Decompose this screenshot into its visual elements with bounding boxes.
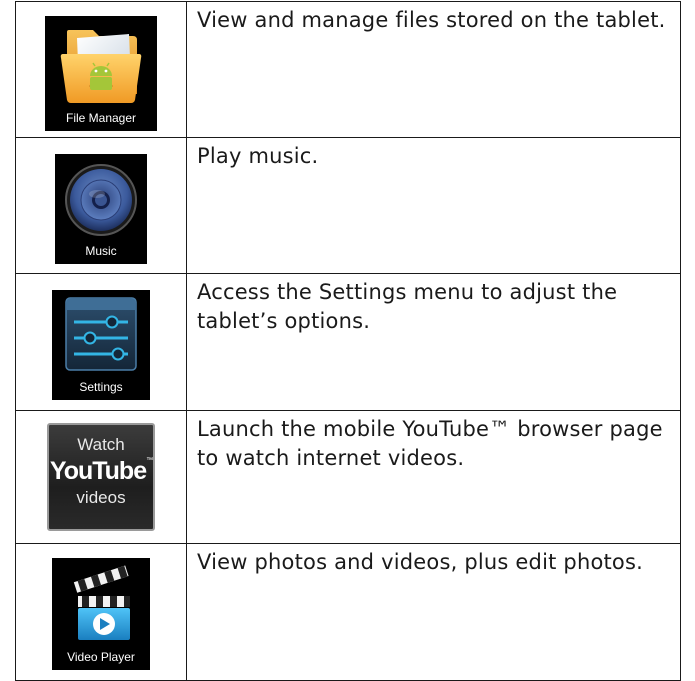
- icon-cell: Watch YouTube™ videos: [15, 410, 187, 544]
- table-row: Music Play music.: [15, 137, 681, 274]
- description-cell: Play music.: [186, 137, 681, 274]
- settings-label: Settings: [79, 380, 123, 394]
- description-cell: View and manage files stored on the tabl…: [186, 1, 681, 138]
- youtube-logo-icon: YouTube™: [49, 457, 153, 486]
- file-manager-label: File Manager: [65, 111, 137, 125]
- youtube-tm-mark: ™: [146, 457, 153, 464]
- music-app-tile[interactable]: Music: [55, 154, 147, 264]
- table-row: Settings Access the Settings menu to adj…: [15, 273, 681, 411]
- app-table: File Manager View and manage files store…: [15, 1, 681, 681]
- description-cell: Access the Settings menu to adjust the t…: [186, 273, 681, 411]
- icon-cell: Music: [15, 137, 187, 274]
- youtube-app-tile[interactable]: Watch YouTube™ videos: [47, 423, 155, 531]
- description-cell: Launch the mobile YouTube™ browser page …: [186, 410, 681, 544]
- icon-cell: File Manager: [15, 1, 187, 138]
- youtube-logo-text: YouTube: [49, 457, 147, 485]
- settings-app-tile[interactable]: Settings: [52, 290, 150, 400]
- video-player-app-tile[interactable]: Video Player: [52, 558, 150, 670]
- icon-cell: Video Player: [15, 543, 187, 681]
- music-label: Music: [85, 244, 117, 258]
- file-manager-app-tile[interactable]: File Manager: [45, 16, 157, 131]
- youtube-watch-text: Watch: [77, 435, 125, 454]
- description-cell: View photos and videos, plus edit photos…: [186, 543, 681, 681]
- video-player-label: Video Player: [67, 650, 135, 664]
- table-row: Watch YouTube™ videos Launch the mobile …: [15, 410, 681, 544]
- table-row: File Manager View and manage files store…: [15, 1, 681, 138]
- table-row: Video Player View photos and videos, plu…: [15, 543, 681, 681]
- youtube-videos-text: videos: [76, 488, 126, 507]
- icon-cell: Settings: [15, 273, 187, 411]
